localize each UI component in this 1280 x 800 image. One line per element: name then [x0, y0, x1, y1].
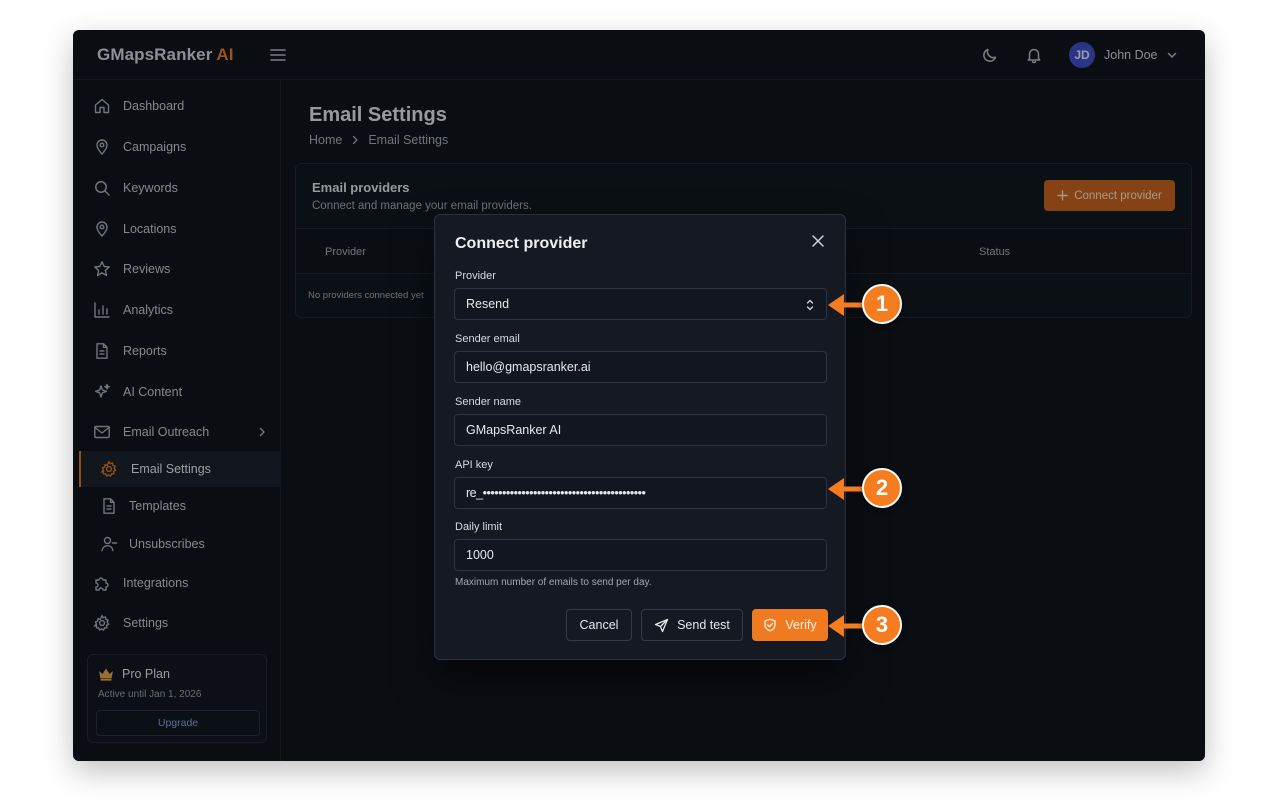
daily-limit-input[interactable]: 1000 — [454, 539, 827, 571]
sender-email-input[interactable]: hello@gmapsranker.ai — [454, 351, 827, 383]
daily-limit-label: Daily limit — [455, 521, 503, 533]
cancel-button[interactable]: Cancel — [566, 609, 632, 641]
sender-name-label: Sender name — [455, 396, 522, 408]
provider-label: Provider — [455, 270, 496, 282]
send-test-label: Send test — [677, 618, 730, 632]
app-window: GMapsRanker AI JD John Doe Dashboard Camp… — [73, 30, 1205, 761]
modal-title: Connect provider — [455, 235, 588, 252]
verify-button[interactable]: Verify — [752, 609, 828, 641]
step-badge-1: 1 — [862, 284, 902, 324]
provider-value: Resend — [466, 297, 510, 311]
provider-select[interactable]: Resend — [454, 288, 827, 320]
send-test-button[interactable]: Send test — [641, 609, 743, 641]
sender-email-label: Sender email — [455, 333, 520, 345]
send-icon — [654, 618, 669, 632]
verify-label: Verify — [785, 618, 817, 632]
daily-limit-hint: Maximum number of emails to send per day… — [455, 577, 652, 588]
api-key-label: API key — [455, 459, 493, 471]
select-arrows-icon — [806, 299, 814, 311]
api-key-input[interactable]: re_•••••••••••••••••••••••••••••••••••••… — [454, 477, 827, 509]
sender-name-input[interactable]: GMapsRanker AI — [454, 414, 827, 446]
close-icon[interactable] — [811, 234, 825, 248]
connect-provider-modal: Connect provider Provider Resend Sender … — [434, 214, 846, 660]
step-badge-2: 2 — [862, 468, 902, 508]
step-badge-3: 3 — [862, 605, 902, 645]
shield-check-icon — [764, 618, 777, 632]
